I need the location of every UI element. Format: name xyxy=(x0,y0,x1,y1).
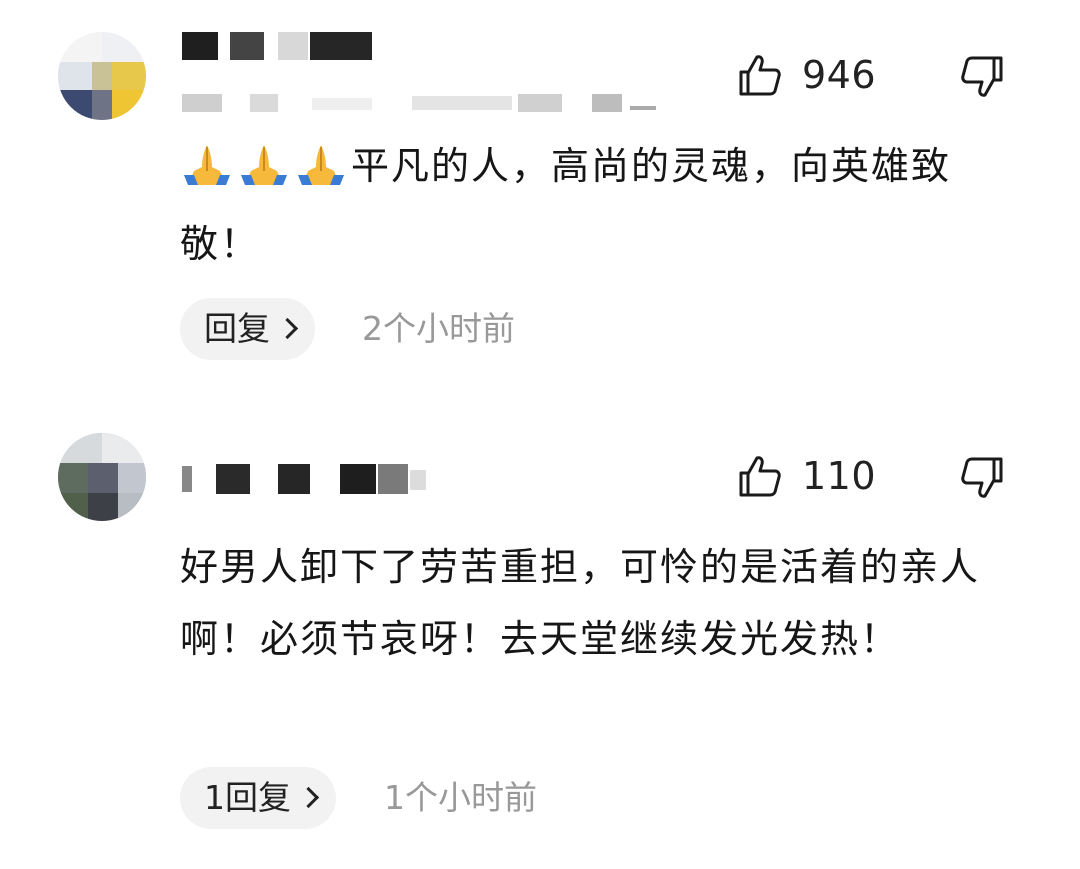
avatar[interactable] xyxy=(58,32,146,120)
chevron-right-icon xyxy=(276,317,299,340)
pray-emoji-icon xyxy=(180,136,351,208)
comment-item: 946 平凡的人，高尚的灵魂，向英雄致敬！ 回复 2个小时前 xyxy=(0,0,1080,400)
thumbs-down-icon[interactable] xyxy=(960,55,1004,99)
comment-item: 110 好男人卸下了劳苦重担，可怜的是活着的亲人啊！必须节哀呀！去天堂继续发光发… xyxy=(0,400,1080,869)
reply-button[interactable]: 回复 xyxy=(180,298,315,360)
like-count: 946 xyxy=(802,53,877,97)
avatar[interactable] xyxy=(58,433,146,521)
comment-time: 1个小时前 xyxy=(384,778,537,817)
comment-text: 平凡的人，高尚的灵魂，向英雄致敬！ xyxy=(180,130,1020,280)
comment-time: 2个小时前 xyxy=(362,309,515,348)
like-count: 110 xyxy=(802,454,877,498)
user-meta-redacted xyxy=(182,92,662,114)
reply-label: 1回复 xyxy=(204,778,291,817)
reply-label: 回复 xyxy=(204,309,270,348)
thumbs-up-icon[interactable] xyxy=(738,53,782,97)
chevron-right-icon xyxy=(297,786,320,809)
username-redacted[interactable] xyxy=(182,32,382,66)
username-redacted[interactable] xyxy=(182,464,432,498)
thumbs-up-icon[interactable] xyxy=(738,454,782,498)
reply-button[interactable]: 1回复 xyxy=(180,767,336,829)
comment-text: 好男人卸下了劳苦重担，可怜的是活着的亲人啊！必须节哀呀！去天堂继续发光发热！ xyxy=(180,545,981,661)
thumbs-down-icon[interactable] xyxy=(960,456,1004,500)
